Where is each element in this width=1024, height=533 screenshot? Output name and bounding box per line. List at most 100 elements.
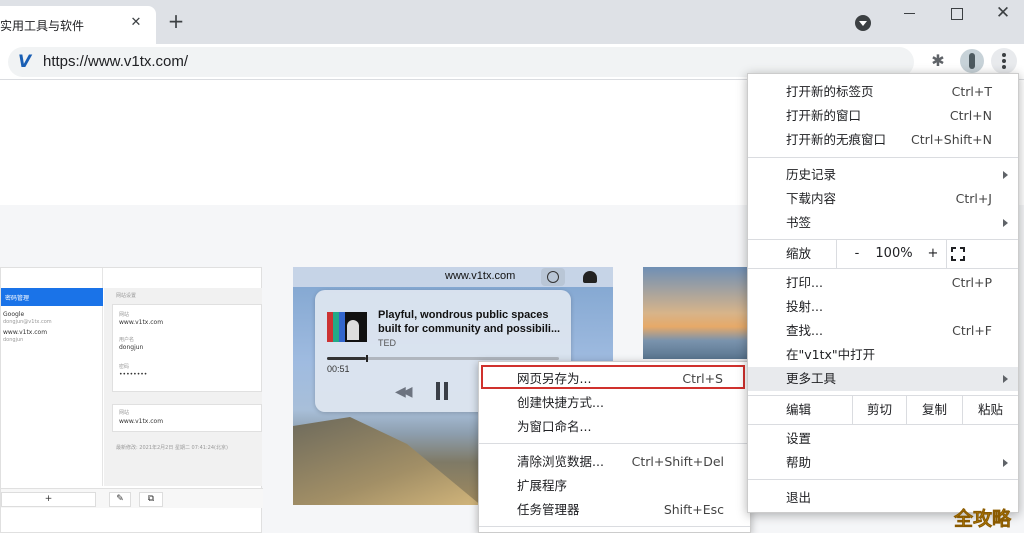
tab-close-icon[interactable]: ✕ bbox=[128, 15, 144, 31]
profile-hat-icon bbox=[583, 271, 597, 283]
site-favicon-icon: V bbox=[18, 52, 32, 72]
cut-button[interactable]: 剪切 bbox=[852, 396, 906, 424]
menu-separator bbox=[479, 526, 750, 527]
media-time: 00:51 bbox=[327, 364, 350, 374]
cast-item[interactable]: 投射... bbox=[748, 295, 1018, 319]
menu-item-shortcut: Ctrl+Shift+Del bbox=[631, 454, 724, 469]
copy-button[interactable]: 复制 bbox=[906, 396, 962, 424]
extensions-puzzle-icon[interactable]: ✱ bbox=[929, 52, 947, 70]
pm-detail-card: 网站 www.v1tx.com 用户名 dongjun 密码 •••••••• bbox=[112, 304, 262, 392]
mini-browser-bar: www.v1tx.com bbox=[293, 267, 613, 287]
minimize-button[interactable] bbox=[900, 4, 920, 24]
chrome-main-menu: 打开新的标签页 Ctrl+T 打开新的窗口 Ctrl+N 打开新的无痕窗口 Ct… bbox=[747, 73, 1019, 513]
settings-item[interactable]: 设置 bbox=[748, 427, 1018, 451]
field-value: dongjun bbox=[119, 344, 144, 351]
name-window-item[interactable]: 为窗口命名... bbox=[479, 415, 750, 439]
sunset-photo bbox=[643, 267, 747, 359]
submenu-arrow-icon bbox=[1003, 171, 1008, 179]
media-progress-track[interactable] bbox=[327, 355, 559, 362]
pm-item-sub: dongjun bbox=[3, 337, 24, 343]
zoom-divider bbox=[946, 240, 947, 268]
maximize-button[interactable] bbox=[946, 4, 966, 24]
menu-item-label: 为窗口命名... bbox=[517, 419, 592, 434]
menu-separator bbox=[748, 479, 1018, 480]
media-title-line-1: Playful, wondrous public spaces bbox=[378, 309, 549, 321]
fullscreen-icon[interactable] bbox=[951, 247, 965, 261]
clear-browsing-data-item[interactable]: 清除浏览数据... Ctrl+Shift+Del bbox=[479, 450, 750, 474]
menu-item-shortcut: Ctrl+J bbox=[955, 191, 992, 206]
history-item[interactable]: 历史记录 bbox=[748, 163, 1018, 187]
close-window-button[interactable]: ✕ bbox=[993, 4, 1013, 24]
menu-item-label: 历史记录 bbox=[786, 167, 837, 182]
menu-item-shortcut: Shift+Esc bbox=[663, 502, 724, 517]
tab-strip: 实用工具与软件 ✕ + ✕ bbox=[0, 0, 1024, 44]
video-thumbnail bbox=[327, 312, 367, 342]
landscape-image bbox=[293, 417, 483, 505]
edit-row: 编辑 剪切 复制 粘贴 bbox=[748, 396, 1018, 424]
find-item[interactable]: 查找... Ctrl+F bbox=[748, 319, 1018, 343]
menu-item-label: 帮助 bbox=[786, 455, 812, 470]
menu-item-shortcut: Ctrl+P bbox=[951, 275, 992, 290]
more-tools-submenu: 网页另存为... Ctrl+S 创建快捷方式... 为窗口命名... 清除浏览数… bbox=[478, 361, 751, 533]
field-label: 密码 bbox=[119, 364, 130, 370]
menu-item-label: 打开新的无痕窗口 bbox=[786, 132, 887, 147]
url-text[interactable]: https://www.v1tx.com/ bbox=[43, 53, 188, 70]
new-incognito-window-item[interactable]: 打开新的无痕窗口 Ctrl+Shift+N bbox=[748, 128, 1018, 152]
menu-separator bbox=[748, 424, 1018, 425]
pm-sidebar: 密码管理 Google dongjun@v1tx.com www.v1tx.co… bbox=[1, 268, 103, 486]
pause-icon[interactable] bbox=[435, 382, 449, 400]
pm-sidebar-header: 密码管理 bbox=[1, 288, 103, 306]
menu-item-label: 下载内容 bbox=[786, 191, 837, 206]
profile-avatar[interactable] bbox=[960, 49, 984, 73]
downloads-item[interactable]: 下载内容 Ctrl+J bbox=[748, 187, 1018, 211]
task-manager-item[interactable]: 任务管理器 Shift+Esc bbox=[479, 498, 750, 522]
help-item[interactable]: 帮助 bbox=[748, 451, 1018, 475]
mini-url: www.v1tx.com bbox=[445, 270, 516, 282]
print-item[interactable]: 打印... Ctrl+P bbox=[748, 271, 1018, 295]
active-tab[interactable]: 实用工具与软件 ✕ bbox=[0, 6, 156, 44]
new-tab-button[interactable]: + bbox=[166, 11, 186, 31]
paste-button[interactable]: 粘贴 bbox=[962, 396, 1018, 424]
field-label: 用户名 bbox=[119, 337, 135, 343]
zoom-out-button[interactable]: - bbox=[846, 240, 868, 268]
menu-item-shortcut: Ctrl+F bbox=[952, 323, 992, 338]
menu-item-label: 在"v1tx"中打开 bbox=[786, 347, 876, 362]
pm-edit-button[interactable]: ✎ bbox=[109, 492, 131, 507]
pm-add-button[interactable]: + bbox=[1, 492, 96, 507]
pm-main-title: 网站设置 bbox=[116, 293, 137, 299]
tab-search-icon[interactable] bbox=[855, 15, 871, 31]
pm-copy-button[interactable]: ⧉ bbox=[139, 492, 163, 507]
menu-item-label: 投射... bbox=[786, 299, 823, 314]
media-progress-knob[interactable] bbox=[366, 355, 369, 362]
menu-item-label: 打印... bbox=[786, 275, 823, 290]
zoom-label: 缩放 bbox=[786, 246, 812, 261]
menu-item-label: 更多工具 bbox=[786, 371, 837, 386]
pm-footer-note: 最新修改: 2021年2月2日 星期二 07:41:24(北京) bbox=[116, 445, 228, 451]
media-source: TED bbox=[378, 338, 396, 348]
menu-item-label: 打开新的窗口 bbox=[786, 108, 862, 123]
pm-item-sub: dongjun@v1tx.com bbox=[3, 319, 52, 325]
create-shortcut-item[interactable]: 创建快捷方式... bbox=[479, 391, 750, 415]
pm-main: 网站设置 网站 www.v1tx.com 用户名 dongjun 密码 ••••… bbox=[104, 288, 262, 486]
extensions-item[interactable]: 扩展程序 bbox=[479, 474, 750, 498]
rewind-icon[interactable]: ◀◀ bbox=[395, 384, 412, 400]
menu-item-label: 网页另存为... bbox=[517, 371, 592, 386]
bookmarks-item[interactable]: 书签 bbox=[748, 211, 1018, 235]
open-in-app-item[interactable]: 在"v1tx"中打开 bbox=[748, 343, 1018, 367]
media-control-icon bbox=[541, 268, 565, 286]
new-tab-item[interactable]: 打开新的标签页 Ctrl+T bbox=[748, 80, 1018, 104]
field-label: 网站 bbox=[119, 312, 130, 318]
save-page-as-item[interactable]: 网页另存为... Ctrl+S bbox=[481, 365, 745, 389]
pm-site-card: 网站 www.v1tx.com bbox=[112, 404, 262, 432]
chrome-menu-button[interactable] bbox=[991, 48, 1017, 74]
menu-item-label: 查找... bbox=[786, 323, 823, 338]
zoom-in-button[interactable]: + bbox=[922, 240, 944, 268]
menu-item-label: 打开新的标签页 bbox=[786, 84, 874, 99]
media-progress-fill bbox=[327, 357, 367, 360]
new-window-item[interactable]: 打开新的窗口 Ctrl+N bbox=[748, 104, 1018, 128]
menu-item-shortcut: Ctrl+N bbox=[949, 108, 992, 123]
watermark-logo: 全攻略 bbox=[954, 508, 1012, 531]
more-tools-item[interactable]: 更多工具 bbox=[748, 367, 1018, 391]
pm-item-title: Google bbox=[3, 311, 25, 318]
menu-item-shortcut: Ctrl+S bbox=[682, 371, 723, 386]
